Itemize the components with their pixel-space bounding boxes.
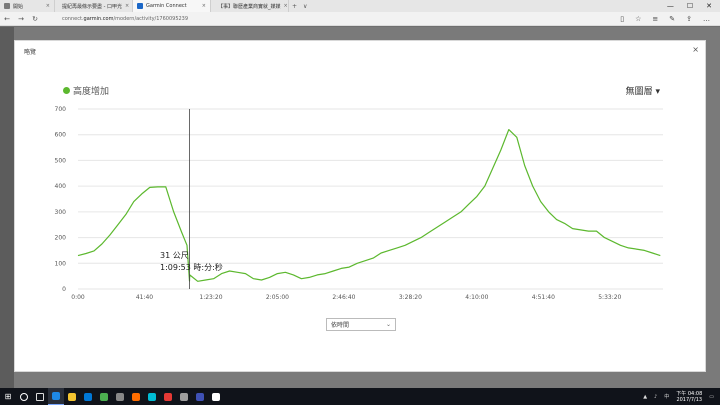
favorite-star-icon[interactable]: ☆ [635, 15, 641, 23]
x-axis-select[interactable]: 依時間 ⌄ [326, 318, 396, 331]
minimize-icon[interactable]: — [667, 2, 674, 10]
tooltip-distance: 31 公尺 [160, 251, 189, 260]
edge-taskbar-icon[interactable] [48, 388, 64, 405]
browser-tab[interactable]: 開始 × [0, 0, 55, 12]
tab-favicon-icon [137, 3, 143, 9]
y-tick-label: 700 [55, 106, 67, 113]
overview-modal: 略覽 × 高度增加 無圖層 ▾ 0 100 200 300 400 500 600 700 0:… [14, 40, 706, 372]
url-domain: garmin.com [83, 15, 114, 22]
volume-icon[interactable]: ♪ [654, 394, 657, 400]
refresh-icon[interactable]: ↻ [28, 15, 42, 23]
garmin-sidebar [0, 27, 14, 388]
x-tick-label: 5:33:20 [598, 294, 621, 301]
explorer-taskbar-icon[interactable] [64, 388, 80, 405]
forward-icon[interactable]: → [14, 15, 28, 23]
app-b-icon [132, 392, 140, 401]
x-tick-label: 41:40 [136, 294, 153, 301]
x-tick-label: 3:28:20 [399, 294, 422, 301]
x-tick-label: 1:23:20 [199, 294, 222, 301]
x-tick-label: 4:10:00 [465, 294, 488, 301]
tab-title: 提紀再最條示要盡 - 口甲光 [62, 3, 122, 10]
ime-icon[interactable]: 中 [664, 393, 669, 400]
app-g-taskbar-icon[interactable] [208, 388, 224, 405]
y-tick-label: 600 [55, 132, 67, 139]
app-e-taskbar-icon[interactable] [176, 388, 192, 405]
chrome-icon [100, 392, 108, 401]
app-f-taskbar-icon[interactable] [192, 388, 208, 405]
start-button-icon[interactable]: ⊞ [0, 388, 16, 405]
tab-favicon-icon [4, 3, 10, 9]
tab-close-icon[interactable]: × [202, 3, 206, 9]
app-b-taskbar-icon[interactable] [128, 388, 144, 405]
notification-icon[interactable]: ▭ [709, 394, 714, 400]
reading-view-icon[interactable]: ▯ [620, 15, 624, 23]
more-icon[interactable]: … [703, 15, 710, 23]
tab-title: 【事】聯歷產業商實就_媒媒 [218, 3, 281, 10]
taskbar: ⊞ ▲ ♪ 中 下午 04:08 2017/7/13 ▭ [0, 388, 720, 405]
share-icon[interactable]: ⇪ [686, 15, 692, 23]
close-window-icon[interactable]: ✕ [706, 2, 712, 10]
maximize-icon[interactable]: ☐ [687, 2, 693, 10]
search-icon [20, 392, 28, 401]
url-prefix: connect. [62, 15, 84, 22]
system-tray: ▲ ♪ 中 下午 04:08 2017/7/13 ▭ [643, 391, 720, 403]
chrome-taskbar-icon[interactable] [96, 388, 112, 405]
y-tick-label: 400 [55, 183, 67, 190]
tab-menu-button[interactable]: ∨ [300, 3, 310, 10]
y-tick-label: 300 [55, 209, 67, 216]
app-c-taskbar-icon[interactable] [144, 388, 160, 405]
clock[interactable]: 下午 04:08 2017/7/13 [676, 391, 702, 403]
back-icon[interactable]: ← [0, 15, 14, 23]
notes-icon[interactable]: ✎ [669, 15, 675, 23]
clock-date: 2017/7/13 [676, 396, 703, 403]
address-bar: ← → ↻ connect.garmin.com/modern/activity… [0, 12, 720, 26]
browser-tab[interactable]: Garmin Connect × [133, 0, 211, 12]
url-path: /modern/activity/1760095239 [113, 15, 189, 22]
tooltip-time: 1:09:53 時:分:秒 [160, 263, 223, 272]
x-tick-label: 2:46:40 [332, 294, 355, 301]
app-d-icon [164, 392, 172, 401]
app-g-icon [212, 392, 220, 401]
app-d-taskbar-icon[interactable] [160, 388, 176, 405]
tab-close-icon[interactable]: × [46, 3, 50, 9]
browser-tab-bar: 開始 × 提紀再最條示要盡 - 口甲光 × Garmin Connect × 【事】聯歷產業… [0, 0, 720, 12]
explorer-icon [68, 392, 76, 401]
hub-icon[interactable]: ≡ [652, 15, 658, 23]
task-view-icon [36, 392, 44, 401]
app-e-icon [180, 392, 188, 401]
tab-close-icon[interactable]: × [284, 3, 288, 9]
search-taskbar-icon[interactable] [16, 388, 32, 405]
app-c-icon [148, 392, 156, 401]
clock-time: 下午 04:08 [676, 390, 703, 397]
network-icon[interactable]: ▲ [643, 394, 647, 400]
app-a-taskbar-icon[interactable] [112, 388, 128, 405]
y-tick-label: 0 [62, 286, 66, 293]
browser-tab[interactable]: 【事】聯歷產業商實就_媒媒 × [211, 0, 289, 12]
app-a-icon [116, 392, 124, 401]
tab-close-icon[interactable]: × [125, 3, 129, 9]
y-tick-label: 100 [55, 260, 67, 267]
tab-title: Garmin Connect [146, 3, 187, 9]
tab-title: 開始 [13, 3, 24, 10]
y-tick-label: 200 [55, 235, 67, 242]
store-icon [84, 392, 92, 401]
browser-tools: ▯ ☆ ≡ ✎ ⇪ … [620, 15, 720, 23]
url-field[interactable]: connect.garmin.com/modern/activity/17600… [62, 16, 188, 22]
edge-icon [52, 392, 60, 400]
new-tab-button[interactable]: + [289, 3, 300, 10]
window-controls: — ☐ ✕ [667, 2, 720, 10]
x-tick-label: 0:00 [71, 294, 85, 301]
store-taskbar-icon[interactable] [80, 388, 96, 405]
browser-tab[interactable]: 提紀再最條示要盡 - 口甲光 × [55, 0, 133, 12]
task-view-taskbar-icon[interactable] [32, 388, 48, 405]
x-tick-label: 4:51:40 [532, 294, 555, 301]
app-f-icon [196, 392, 204, 401]
y-tick-label: 500 [55, 157, 67, 164]
x-axis-select-value: 依時間 [331, 322, 350, 329]
chevron-down-icon: ⌄ [385, 321, 391, 328]
chart-tooltip: 31 公尺 1:09:53 時:分:秒 [160, 250, 223, 274]
x-tick-label: 2:05:00 [266, 294, 289, 301]
